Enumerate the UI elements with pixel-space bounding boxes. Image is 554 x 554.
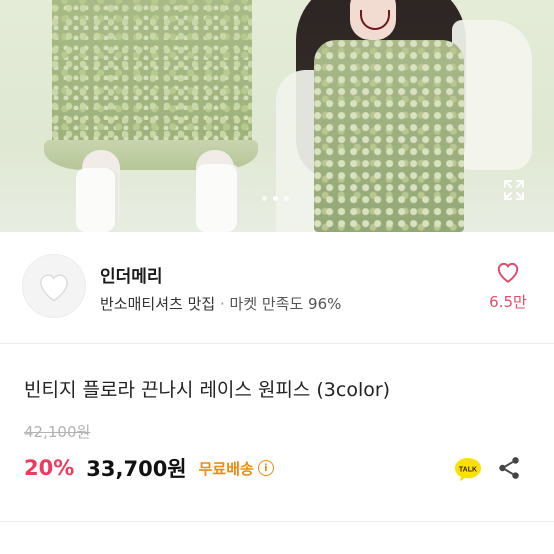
section-divider [0, 521, 554, 522]
like-button[interactable]: 6.5만 [480, 260, 536, 320]
discount-rate: 20% [24, 456, 75, 480]
separator: · [219, 295, 225, 313]
seller-avatar[interactable] [22, 254, 86, 318]
kakaotalk-label: TALK [459, 467, 477, 474]
share-icon [499, 457, 519, 479]
free-shipping-badge[interactable]: 무료배송 i [199, 458, 274, 479]
seller-tagline: 반소매티셔츠 맛집 [100, 295, 216, 313]
sale-price: 33,700원 [86, 457, 187, 481]
kakaotalk-button[interactable]: TALK [452, 453, 484, 485]
original-price: 42,100원 [24, 423, 91, 441]
product-photo-cardigan [452, 20, 532, 170]
heart-outline-icon [497, 262, 519, 283]
share-button[interactable] [496, 455, 522, 481]
info-icon[interactable]: i [257, 460, 274, 476]
heart-placeholder-icon [40, 274, 68, 302]
seller-section[interactable]: 인더메리 반소매티셔츠 맛집 · 마켓 만족도 96% 6.5만 [0, 232, 554, 344]
product-photo-dress-right [314, 40, 464, 232]
product-info: 빈티지 플로라 끈나시 레이스 원피스 (3color) 42,100원 20%… [0, 345, 554, 554]
product-image-carousel[interactable] [0, 0, 554, 232]
carousel-dot [262, 196, 267, 201]
carousel-dot [284, 196, 289, 201]
product-photo-sock [196, 164, 240, 232]
market-satisfaction: 마켓 만족도 96% [229, 295, 342, 313]
product-title: 빈티지 플로라 끈나시 레이스 원피스 (3color) [24, 379, 391, 401]
seller-description: 반소매티셔츠 맛집 · 마켓 만족도 96% [100, 293, 341, 314]
carousel-indicator [262, 196, 289, 201]
carousel-dot [273, 196, 278, 201]
kakaotalk-icon: TALK [455, 458, 481, 482]
price-row: 20% 33,700원 무료배송 i [24, 451, 274, 485]
seller-name[interactable]: 인더메리 [100, 262, 163, 287]
like-count: 6.5만 [489, 293, 527, 311]
product-photo-sock [76, 168, 118, 232]
expand-icon[interactable] [502, 178, 526, 202]
free-shipping-label: 무료배송 [198, 459, 254, 478]
